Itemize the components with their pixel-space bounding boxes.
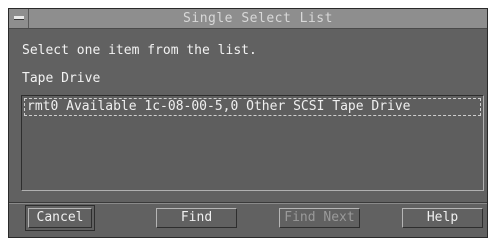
- window-menu-icon: [14, 16, 24, 20]
- window-menu-button[interactable]: [9, 9, 29, 28]
- single-select-dialog: Single Select List Select one item from …: [8, 8, 488, 238]
- find-button[interactable]: Find: [156, 208, 237, 228]
- prompt-text: Select one item from the list.: [22, 43, 257, 58]
- help-button[interactable]: Help: [402, 208, 483, 228]
- dialog-title: Single Select List: [183, 11, 333, 26]
- list-label: Tape Drive: [22, 71, 101, 86]
- button-separator: [9, 202, 487, 204]
- title-bar[interactable]: Single Select List: [9, 9, 487, 29]
- find-next-button[interactable]: Find Next: [279, 208, 360, 228]
- tape-drive-list[interactable]: rmt0 Available 1c-08-00-5,0 Other SCSI T…: [21, 95, 484, 191]
- cancel-button[interactable]: Cancel: [25, 205, 95, 231]
- list-item[interactable]: rmt0 Available 1c-08-00-5,0 Other SCSI T…: [24, 98, 481, 116]
